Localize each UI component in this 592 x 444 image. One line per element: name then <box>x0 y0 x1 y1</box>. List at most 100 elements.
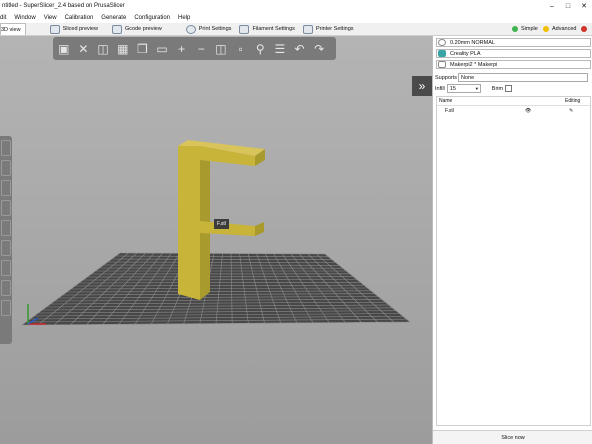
slice-now-label: Slice now <box>501 434 525 441</box>
visibility-eye-icon[interactable]: 👁 <box>525 108 531 114</box>
printer-preset-value: Makerpi2 * Makerpi <box>450 61 498 68</box>
delete-icon[interactable]: ✕ <box>77 40 91 57</box>
tab-printer-settings-label: Printer Settings <box>315 26 354 32</box>
brim-checkbox[interactable] <box>505 85 513 92</box>
split-objects-icon[interactable]: ◫ <box>214 40 228 57</box>
mode-expert[interactable] <box>581 23 590 35</box>
object-list-header: Name Editing <box>437 97 590 106</box>
arrange-icon[interactable]: ▦ <box>116 40 130 57</box>
object-list: Name Editing F.stl 👁 ✎ <box>436 96 591 426</box>
3d-toolbar: ▣ ✕ ◫ ▦ ❐ ▭ + − ◫ ▫ ⚲ ☰ ↶ ↷ <box>53 37 336 60</box>
seam-paint-icon[interactable] <box>1 280 11 296</box>
right-sidebar: 0.20mm NORMAL Creality PLA Makerpi2 * Ma… <box>432 36 592 444</box>
window-title: ntitled - SuperSlicer_2.4 based on Prusa… <box>2 3 125 9</box>
chevron-down-icon: ▼ <box>474 86 479 91</box>
edit-settings-icon[interactable]: ✎ <box>569 108 573 114</box>
tab-sliced-preview[interactable]: Sliced preview <box>48 23 102 35</box>
menu-bar: dit Window View Calibration Generate Con… <box>0 12 592 23</box>
split-parts-icon[interactable]: ▫ <box>234 40 248 57</box>
redo-icon[interactable]: ↷ <box>312 40 326 57</box>
simple-mode-icon <box>512 26 518 32</box>
tab-bar: 3D view Sliced preview Gcode preview Pri… <box>0 23 592 36</box>
sliced-preview-icon <box>49 24 60 34</box>
place-on-face-icon[interactable] <box>1 200 11 216</box>
printer-preset-select[interactable]: Makerpi2 * Makerpi <box>436 60 591 69</box>
mode-advanced[interactable]: Advanced <box>543 23 576 35</box>
scale-gizmo-icon[interactable] <box>1 160 11 176</box>
infill-value: 15 <box>449 85 456 92</box>
tab-filament-settings-label: Filament Settings <box>252 26 295 32</box>
menu-help[interactable]: Help <box>174 15 194 21</box>
tab-printer-settings[interactable]: Printer Settings <box>301 23 358 35</box>
expert-mode-icon <box>581 26 587 32</box>
delete-all-icon[interactable]: ◫ <box>96 40 110 57</box>
printer-icon <box>438 61 446 68</box>
supports-value: None <box>461 74 475 81</box>
menu-calibration[interactable]: Calibration <box>61 15 98 21</box>
gear-icon <box>185 24 196 34</box>
gizmo-toolbar <box>0 136 12 344</box>
print-preset-select[interactable]: 0.20mm NORMAL <box>436 38 591 47</box>
menu-generate[interactable]: Generate <box>97 15 130 21</box>
menu-window[interactable]: Window <box>10 15 39 21</box>
3d-viewport[interactable]: ▣ ✕ ◫ ▦ ❐ ▭ + − ◫ ▫ ⚲ ☰ ↶ ↷ F.stl » <box>0 36 432 444</box>
support-paint-icon[interactable] <box>1 260 11 276</box>
copy-icon[interactable]: ❐ <box>136 40 150 57</box>
hollow-gizmo-icon[interactable] <box>1 240 11 256</box>
menu-configuration[interactable]: Configuration <box>130 15 174 21</box>
object-name: F.stl <box>445 108 454 114</box>
collapse-sidebar-button[interactable]: » <box>412 76 432 96</box>
tab-filament-settings[interactable]: Filament Settings <box>237 23 299 35</box>
advanced-mode-icon <box>543 26 549 32</box>
remove-instance-icon[interactable]: − <box>194 40 208 57</box>
tab-print-settings[interactable]: Print Settings <box>184 23 236 35</box>
mode-simple[interactable]: Simple <box>512 23 538 35</box>
filament-preset-value: Creality PLA <box>450 50 481 57</box>
add-instance-icon[interactable]: + <box>175 40 189 57</box>
gear-icon <box>438 39 446 46</box>
menu-edit[interactable]: dit <box>0 15 10 21</box>
move-gizmo-icon[interactable] <box>1 140 11 156</box>
infill-row: Infill 15 ▼ Brim <box>435 84 513 93</box>
spool-icon <box>239 24 250 34</box>
mmu-paint-icon[interactable] <box>1 300 11 316</box>
printer-icon <box>302 24 313 34</box>
supports-label: Supports <box>435 74 458 81</box>
search-icon[interactable]: ⚲ <box>253 40 267 57</box>
close-window-button[interactable]: ✕ <box>576 0 592 12</box>
paste-icon[interactable]: ▭ <box>155 40 169 57</box>
filament-color-swatch <box>438 50 446 57</box>
supports-row: Supports None <box>435 73 589 82</box>
menu-view[interactable]: View <box>40 15 61 21</box>
minimize-button[interactable]: – <box>544 0 560 12</box>
add-object-icon[interactable]: ▣ <box>57 40 71 57</box>
tab-gcode-preview[interactable]: Gcode preview <box>110 23 166 35</box>
tab-sliced-preview-label: Sliced preview <box>62 26 99 32</box>
tab-print-settings-label: Print Settings <box>198 26 232 32</box>
column-name-header: Name <box>439 98 453 104</box>
tab-3d-view[interactable]: 3D view <box>0 23 26 35</box>
mode-simple-label: Simple <box>521 26 538 32</box>
object-label: F.stl <box>214 219 229 229</box>
filament-preset-select[interactable]: Creality PLA <box>436 49 591 58</box>
maximize-button[interactable]: □ <box>560 0 576 12</box>
brim-label: Brim <box>491 85 504 92</box>
cut-gizmo-icon[interactable] <box>1 220 11 236</box>
mode-advanced-label: Advanced <box>552 26 577 32</box>
print-preset-value: 0.20mm NORMAL <box>450 39 495 46</box>
title-bar: ntitled - SuperSlicer_2.4 based on Prusa… <box>0 0 592 12</box>
undo-icon[interactable]: ↶ <box>293 40 307 57</box>
layers-editing-icon[interactable]: ☰ <box>273 40 287 57</box>
rotate-gizmo-icon[interactable] <box>1 180 11 196</box>
column-editing-header: Editing <box>565 98 581 104</box>
tab-3d-view-label: 3D view <box>1 26 21 33</box>
slice-now-button[interactable]: Slice now <box>433 430 592 444</box>
infill-select[interactable]: 15 ▼ <box>446 84 481 93</box>
gcode-preview-icon <box>112 24 123 34</box>
list-item[interactable]: F.stl 👁 ✎ <box>437 106 590 116</box>
tab-gcode-preview-label: Gcode preview <box>125 26 162 32</box>
supports-select[interactable]: None <box>458 73 589 82</box>
infill-label: Infill <box>435 85 445 92</box>
window-controls: – □ ✕ <box>544 0 592 12</box>
scene-canvas <box>21 140 411 326</box>
